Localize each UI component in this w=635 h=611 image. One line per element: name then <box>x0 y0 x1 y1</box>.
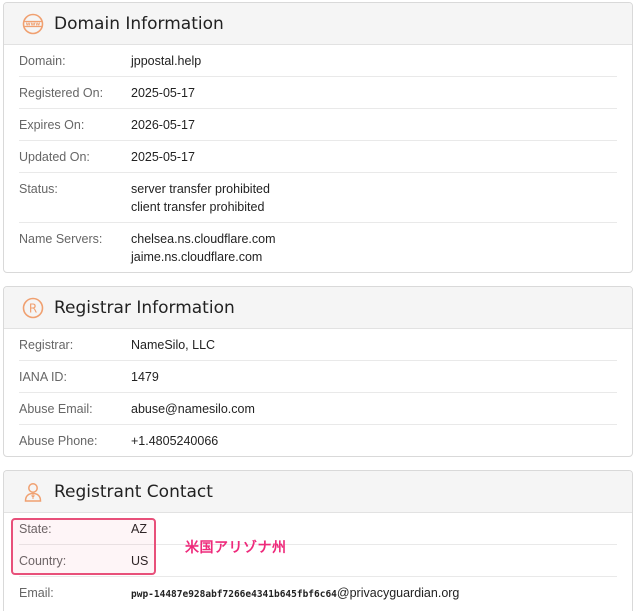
row-label: Registered On: <box>19 86 104 100</box>
registrar-information-header: R Registrar Information <box>4 287 632 329</box>
registrant-contact-title: Registrant Contact <box>54 481 213 502</box>
row-label: Email: <box>19 586 54 600</box>
info-row: Registrar: NameSilo, LLC <box>19 329 617 361</box>
info-row: Updated On: 2025-05-17 <box>19 141 617 173</box>
email-value: pwp-14487e928abf7266e4341b645fbf6c64@pri… <box>131 584 459 604</box>
info-row: Email: pwp-14487e928abf7266e4341b645fbf6… <box>19 577 617 610</box>
row-value: 2025-05-17 <box>131 150 195 164</box>
row-value: +1.4805240066 <box>131 434 219 448</box>
annotation-label: 米国アリゾナ州 <box>185 540 287 556</box>
domain-information-header: www Domain Information <box>4 3 632 45</box>
row-label: State: <box>19 522 52 536</box>
registrar-information-card: R Registrar Information Registrar: NameS… <box>3 286 633 457</box>
row-value: server transfer prohibited client transf… <box>131 182 270 214</box>
domain-information-title: Domain Information <box>54 13 224 34</box>
svg-text:www: www <box>26 21 41 27</box>
info-row: Name Servers: chelsea.ns.cloudflare.com … <box>19 223 617 272</box>
row-label: IANA ID: <box>19 370 67 384</box>
email-code: pwp-14487e928abf7266e4341b645fbf6c64 <box>131 589 337 600</box>
info-row: Registered On: 2025-05-17 <box>19 77 617 109</box>
person-icon <box>22 481 44 503</box>
info-row: IANA ID: 1479 <box>19 361 617 393</box>
row-value: chelsea.ns.cloudflare.com jaime.ns.cloud… <box>131 232 276 264</box>
row-label: Abuse Phone: <box>19 434 98 448</box>
row-label: Domain: <box>19 54 66 68</box>
info-row: Expires On: 2026-05-17 <box>19 109 617 141</box>
info-row: Abuse Phone: +1.4805240066 <box>19 425 617 456</box>
registrant-contact-card: Registrant Contact State: AZ Country: US… <box>3 470 633 611</box>
row-label: Registrar: <box>19 338 74 352</box>
info-row: State: AZ <box>19 513 617 545</box>
svg-text:R: R <box>29 301 37 315</box>
domain-information-card: www Domain Information Domain: jppostal.… <box>3 2 633 273</box>
row-value: 1479 <box>131 370 159 384</box>
registered-icon: R <box>22 297 44 319</box>
row-value: US <box>131 554 149 568</box>
row-value: abuse@namesilo.com <box>131 402 255 416</box>
row-label: Abuse Email: <box>19 402 93 416</box>
info-row: Domain: jppostal.help <box>19 45 617 77</box>
registrant-contact-header: Registrant Contact <box>4 471 632 513</box>
row-label: Country: <box>19 554 67 568</box>
email-domain: @privacyguardian.org <box>336 586 460 600</box>
info-row: Status: server transfer prohibited clien… <box>19 173 617 223</box>
row-label: Status: <box>19 182 58 196</box>
www-globe-icon: www <box>22 13 44 35</box>
row-value: 2026-05-17 <box>131 118 195 132</box>
row-value: NameSilo, LLC <box>131 338 216 352</box>
row-label: Expires On: <box>19 118 85 132</box>
info-row: Country: US <box>19 545 617 577</box>
registrar-information-title: Registrar Information <box>54 297 235 318</box>
row-value: jppostal.help <box>131 54 202 68</box>
row-value: AZ <box>131 522 147 536</box>
info-row: Abuse Email: abuse@namesilo.com <box>19 393 617 425</box>
row-value: 2025-05-17 <box>131 86 195 100</box>
row-label: Updated On: <box>19 150 90 164</box>
row-label: Name Servers: <box>19 232 103 246</box>
